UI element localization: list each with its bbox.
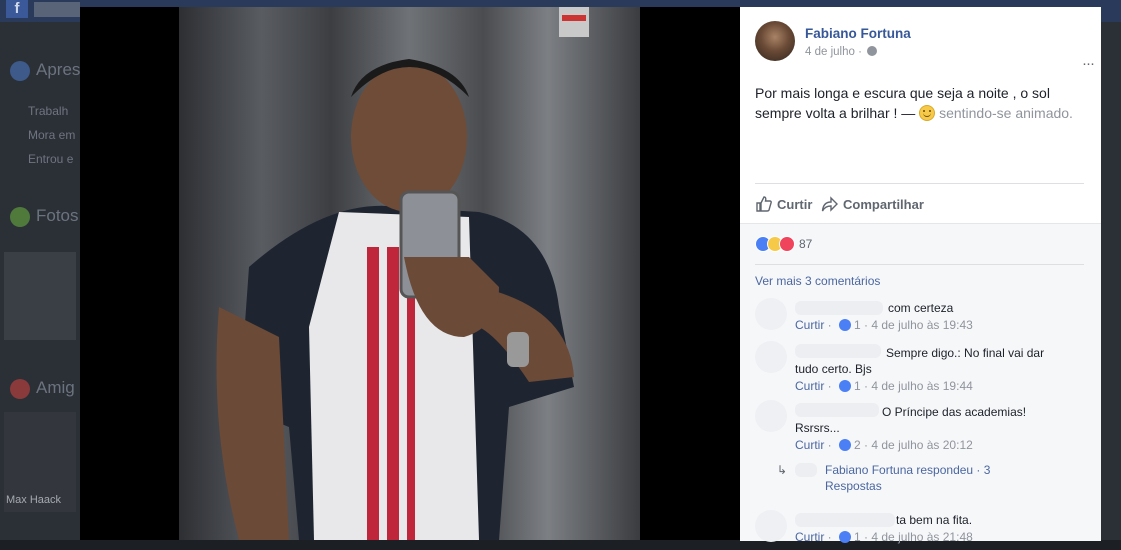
comment: O Príncipe das academias! Rsrsrs... Curt…: [755, 400, 1085, 456]
photo-thumbnail[interactable]: [4, 252, 76, 340]
post-timestamp[interactable]: 4 de julho ·: [805, 46, 877, 58]
friends-label: Amig: [36, 378, 75, 397]
comment-meta: Curtir · 1 · 4 de julho às 21:48: [795, 530, 973, 544]
comment-likes: 1: [854, 379, 861, 393]
divider: [755, 264, 1084, 265]
post-header: Fabiano Fortuna 4 de julho · ···: [755, 21, 1095, 72]
globe-icon: [10, 60, 30, 81]
comment-time[interactable]: 4 de julho às 19:43: [871, 318, 972, 332]
view-more-comments-link[interactable]: Ver mais 3 comentários: [755, 274, 880, 288]
intro-lives-label: Mora em: [28, 128, 76, 142]
intro-label: Apres: [36, 60, 81, 79]
commenter-avatar[interactable]: [755, 341, 787, 373]
like-button[interactable]: Curtir: [755, 195, 812, 213]
share-button[interactable]: Compartilhar: [821, 195, 924, 213]
like-count-icon: [839, 439, 852, 451]
commenter-avatar[interactable]: [755, 298, 787, 330]
reactions-summary[interactable]: 87: [755, 236, 812, 256]
comment-likes: 2: [854, 438, 861, 452]
like-label: Curtir: [777, 197, 813, 212]
author-avatar[interactable]: [755, 21, 795, 61]
comment-like-button[interactable]: Curtir: [795, 438, 824, 452]
reactions-count: 87: [799, 237, 813, 251]
comment-time[interactable]: 4 de julho às 20:12: [871, 438, 972, 452]
feeling-text: sentindo-se animado.: [939, 104, 1073, 121]
friends-icon: [10, 378, 30, 399]
commenter-avatar[interactable]: [755, 400, 787, 432]
comment-text: ta bem na fita.: [896, 513, 973, 527]
like-count-icon: [839, 319, 852, 331]
photos-heading: Fotos: [10, 206, 79, 227]
intro-heading: Apres: [10, 60, 80, 81]
search-input[interactable]: [34, 2, 80, 17]
comment-likes: 1: [854, 530, 861, 544]
commenter-name-redacted: [795, 513, 895, 527]
intro-joined: Entrou e: [10, 152, 73, 166]
photos-label: Fotos: [36, 206, 79, 225]
commenter-avatar[interactable]: [755, 510, 787, 542]
author-name[interactable]: Fabiano Fortuna: [805, 26, 911, 41]
post-text: Por mais longa e escura que seja a noite…: [755, 84, 1090, 123]
comment-meta: Curtir · 2 · 4 de julho às 20:12: [795, 438, 973, 452]
like-count-icon: [839, 380, 852, 392]
more-options-icon[interactable]: ···: [1082, 55, 1095, 72]
comment-text: O Príncipe das academias! Rsrsrs...: [795, 405, 1027, 435]
replier-avatar-redacted: [795, 463, 817, 477]
reply-arrow-icon: ↳: [777, 463, 788, 477]
comment: com certeza Curtir · 1 · 4 de julho às 1…: [755, 298, 1085, 338]
intro-work-label: Trabalh: [28, 104, 69, 118]
share-icon: [821, 196, 838, 212]
share-label: Compartilhar: [843, 197, 924, 212]
post-photo[interactable]: [179, 7, 640, 540]
intro-lives: Mora em: [10, 128, 75, 142]
commenter-name-redacted: [795, 301, 883, 315]
intro-joined-label: Entrou e: [28, 152, 74, 166]
comment-text: Sempre digo.: No final vai dar tudo cert…: [795, 346, 1045, 376]
smile-icon: [919, 104, 936, 121]
comment: ta bem na fita. Curtir · 1 · 4 de julho …: [755, 510, 1085, 550]
facebook-logo[interactable]: f: [6, 0, 28, 18]
intro-work: Trabalh: [10, 104, 68, 118]
thumbs-up-icon: [756, 196, 772, 212]
post-date-text: 4 de julho: [805, 46, 855, 58]
comment-meta: Curtir · 1 · 4 de julho às 19:43: [795, 318, 973, 332]
friends-heading: Amig: [10, 378, 75, 399]
comment-time[interactable]: 4 de julho às 19:44: [871, 379, 972, 393]
comment: Sempre digo.: No final vai dar tudo cert…: [755, 341, 1085, 397]
comment-text: com certeza: [888, 301, 954, 315]
comment-likes: 1: [854, 318, 861, 332]
love-reaction-icon: [779, 236, 795, 252]
photo-viewer: [80, 7, 740, 540]
comment-like-button[interactable]: Curtir: [795, 530, 824, 544]
like-count-icon: [839, 531, 852, 543]
replies-text: Fabiano Fortuna respondeu · 3 Respostas: [825, 463, 991, 493]
action-bar: Curtir Compartilhar: [755, 183, 1084, 222]
comment-meta: Curtir · 1 · 4 de julho às 19:44: [795, 379, 973, 393]
comment-like-button[interactable]: Curtir: [795, 379, 824, 393]
post-panel: Fabiano Fortuna 4 de julho · ··· Por mai…: [740, 7, 1101, 544]
globe-icon: [866, 46, 877, 56]
friend-caption: Max Haack: [6, 494, 62, 506]
comments-area: 87 Ver mais 3 comentários com certeza Cu…: [740, 223, 1101, 544]
selfie-illustration: [216, 7, 589, 540]
profile-intro: Apres Trabalh Mora em Entrou e Fotos Ami…: [0, 22, 80, 540]
photos-icon: [10, 206, 30, 227]
friend-thumbnail[interactable]: Max Haack: [4, 412, 76, 512]
comment-time[interactable]: 4 de julho às 21:48: [871, 530, 972, 544]
comment-like-button[interactable]: Curtir: [795, 318, 824, 332]
